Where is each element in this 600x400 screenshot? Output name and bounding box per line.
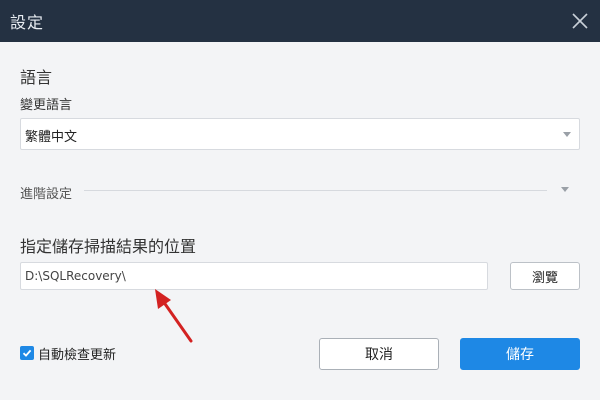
auto-update-checkbox-row[interactable]: 自動檢查更新 — [20, 345, 117, 363]
language-select[interactable]: 繁體中文 — [20, 118, 580, 150]
window-title: 設定 — [10, 13, 45, 32]
save-button[interactable]: 儲存 — [460, 338, 580, 370]
language-select-value: 繁體中文 — [25, 130, 78, 145]
save-path-input[interactable] — [20, 262, 488, 290]
auto-update-label: 自動檢查更新 — [38, 347, 117, 363]
checkbox-checked-icon[interactable] — [20, 346, 34, 360]
title-bar: 設定 — [0, 0, 600, 42]
advanced-expand-icon[interactable] — [561, 187, 569, 192]
chevron-down-icon — [563, 132, 571, 137]
change-language-label: 變更語言 — [20, 98, 73, 113]
close-icon[interactable] — [568, 9, 592, 33]
advanced-settings-divider — [84, 190, 547, 191]
browse-button[interactable]: 瀏覽 — [510, 262, 580, 290]
language-section-title: 語言 — [20, 68, 53, 87]
save-location-title: 指定儲存掃描結果的位置 — [20, 237, 197, 256]
cancel-button[interactable]: 取消 — [319, 338, 439, 370]
advanced-settings-label[interactable]: 進階設定 — [20, 183, 72, 202]
